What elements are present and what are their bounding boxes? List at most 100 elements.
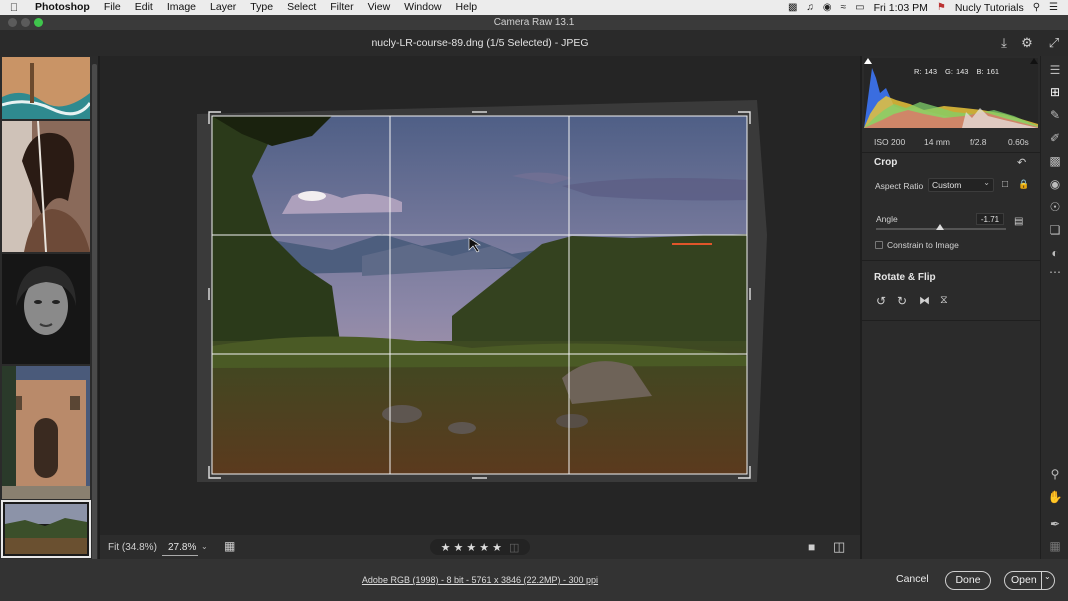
rotate-flip-title: Rotate & Flip <box>874 272 936 283</box>
zoom-window-button[interactable] <box>34 18 43 27</box>
creative-cloud-icon[interactable]: ◉ <box>823 2 832 13</box>
trash-icon[interactable]: ◫ <box>509 541 519 554</box>
graduated-filter-icon[interactable]: ▩ <box>1047 153 1063 169</box>
g-label: G: <box>945 67 953 76</box>
angle-slider-thumb[interactable] <box>935 224 944 230</box>
thumbnail-beach[interactable] <box>2 57 90 119</box>
menu-file[interactable]: File <box>97 0 128 15</box>
menu-type[interactable]: Type <box>243 0 280 15</box>
fit-zoom-option[interactable]: Fit (34.8%) <box>108 542 157 553</box>
star-rating[interactable]: ★ ★ ★ ★ ★ ◫ <box>430 539 530 555</box>
menu-photoshop[interactable]: Photoshop <box>28 0 97 15</box>
adjustment-brush-icon[interactable]: ✐ <box>1047 130 1063 146</box>
open-options-chevron-icon[interactable]: ⌄ <box>1044 572 1051 581</box>
close-window-button[interactable] <box>8 18 17 27</box>
menu-view[interactable]: View <box>361 0 398 15</box>
open-button[interactable]: Open ⌄ <box>1004 571 1055 590</box>
crop-tool-icon[interactable]: ⊞ <box>1047 84 1063 100</box>
zoom-tool-icon[interactable]: ⚲ <box>1047 466 1063 482</box>
photo-preview[interactable] <box>197 100 767 482</box>
filmstrip-scrollbar[interactable] <box>92 64 97 564</box>
crop-panel-title: Crop <box>874 157 898 168</box>
color-sampler-icon[interactable]: ✒ <box>1047 516 1063 532</box>
filmstrip <box>0 56 98 564</box>
thumbnail-landscape-image <box>5 504 87 554</box>
airplay-icon[interactable]: ▭ <box>855 2 864 13</box>
rating-star[interactable]: ★ <box>466 541 476 554</box>
clock[interactable]: Fri 1:03 PM <box>874 2 928 14</box>
user-name[interactable]: Nucly Tutorials <box>955 2 1024 14</box>
done-button[interactable]: Done <box>945 571 991 590</box>
chevron-down-icon: ⌄ <box>983 178 990 187</box>
grid-overlay-icon[interactable]: ▦ <box>1047 538 1063 554</box>
lock-aspect-icon[interactable]: 🔒 <box>1018 179 1029 190</box>
flag-icon[interactable]: ⚑ <box>937 2 946 13</box>
open-options-divider <box>1041 572 1042 589</box>
cancel-button[interactable]: Cancel <box>896 573 929 585</box>
settings-gear-icon[interactable]: ⚙ <box>1019 35 1035 51</box>
aperture-value: f/2.8 <box>970 137 987 147</box>
exif-info: ISO 200 14 mm f/2.8 0.60s <box>862 134 1040 150</box>
flip-vertical-icon[interactable]: ⧖ <box>940 294 948 307</box>
constrain-label[interactable]: Constrain to Image <box>887 240 959 250</box>
presets-icon[interactable]: ◐ <box>1047 245 1063 261</box>
aspect-ratio-label: Aspect Ratio <box>875 181 924 191</box>
compare-view-icon[interactable]: ◫ <box>833 539 845 555</box>
thumbnail-portrait-woman[interactable] <box>2 121 90 252</box>
minimize-window-button[interactable] <box>21 18 30 27</box>
radial-filter-icon[interactable]: ◉ <box>1047 176 1063 192</box>
aspect-ratio-select[interactable]: Custom ⌄ <box>928 178 994 192</box>
angle-slider-track[interactable] <box>876 224 1006 230</box>
r-value: 143 <box>924 67 938 76</box>
apple-menu-icon[interactable]:  <box>0 2 28 14</box>
constrain-checkbox[interactable] <box>875 241 883 249</box>
menu-window[interactable]: Window <box>397 0 448 15</box>
shutter-value: 0.60s <box>1008 137 1029 147</box>
thumbnail-portrait-bw[interactable] <box>2 254 90 364</box>
volume-icon[interactable]: ♫ <box>806 2 814 13</box>
rating-star[interactable]: ★ <box>441 541 451 554</box>
zoom-level-field[interactable]: 27.8% <box>168 542 196 553</box>
menu-image[interactable]: Image <box>160 0 203 15</box>
flip-horizontal-icon[interactable]: ⧓ <box>919 294 930 307</box>
menu-select[interactable]: Select <box>280 0 323 15</box>
menu-help[interactable]: Help <box>449 0 485 15</box>
healing-brush-icon[interactable]: ✎ <box>1047 107 1063 123</box>
hand-tool-icon[interactable]: ✋ <box>1047 489 1063 505</box>
menu-filter[interactable]: Filter <box>323 0 360 15</box>
workflow-options-link[interactable]: Adobe RGB (1998) - 8 bit - 5761 x 3846 (… <box>0 575 960 585</box>
straighten-tool-icon[interactable]: ▤ <box>1014 216 1023 227</box>
spotlight-search-icon[interactable]: ⚲ <box>1033 2 1040 13</box>
canvas-toolbar: Fit (34.8%) 27.8% ⌄ ▦ ★ ★ ★ ★ ★ ◫ ■ ◫ <box>100 535 860 559</box>
rating-star[interactable]: ★ <box>479 541 489 554</box>
rating-star[interactable]: ★ <box>492 541 502 554</box>
save-image-icon[interactable]: ⤓ <box>996 35 1012 51</box>
thumbnail-landscape-selected[interactable] <box>1 500 91 558</box>
menu-edit[interactable]: Edit <box>128 0 160 15</box>
snapshots-icon[interactable]: ❏ <box>1047 222 1063 238</box>
reset-crop-icon[interactable]: ↶ <box>1017 156 1026 169</box>
thumbnail-building[interactable] <box>2 366 90 499</box>
red-eye-icon[interactable]: ☉ <box>1047 199 1063 215</box>
rotate-left-icon[interactable]: ↺ <box>876 294 886 308</box>
aspect-ratio-value: Custom <box>932 180 962 190</box>
angle-value-field[interactable]: -1.71 <box>976 213 1004 225</box>
rating-star[interactable]: ★ <box>453 541 463 554</box>
more-options-icon[interactable]: ⋯ <box>1047 264 1063 280</box>
fullscreen-icon[interactable]: ⤢ <box>1046 35 1062 51</box>
tool-strip: ☰ ⊞ ✎ ✐ ▩ ◉ ☉ ❏ ◐ ⋯ ⚲ ✋ ✒ ▦ <box>1040 56 1068 559</box>
control-center-icon[interactable]: ☰ <box>1049 2 1058 13</box>
screen-record-icon[interactable]: ▩ <box>788 2 797 13</box>
wifi-icon[interactable]: ≈ <box>841 2 847 13</box>
image-canvas[interactable] <box>100 56 860 535</box>
single-view-icon[interactable]: ■ <box>808 540 815 554</box>
edit-sliders-icon[interactable]: ☰ <box>1047 62 1063 78</box>
rotate-right-icon[interactable]: ↻ <box>897 294 907 308</box>
r-label: R: <box>914 67 922 76</box>
focal-length-value: 14 mm <box>924 137 950 147</box>
menu-layer[interactable]: Layer <box>203 0 243 15</box>
crop-orientation-icon[interactable]: □ <box>1002 179 1008 190</box>
angle-label: Angle <box>876 214 898 224</box>
zoom-dropdown-chevron-icon[interactable]: ⌄ <box>201 542 208 551</box>
before-after-toggle-icon[interactable]: ▦ <box>224 539 235 553</box>
